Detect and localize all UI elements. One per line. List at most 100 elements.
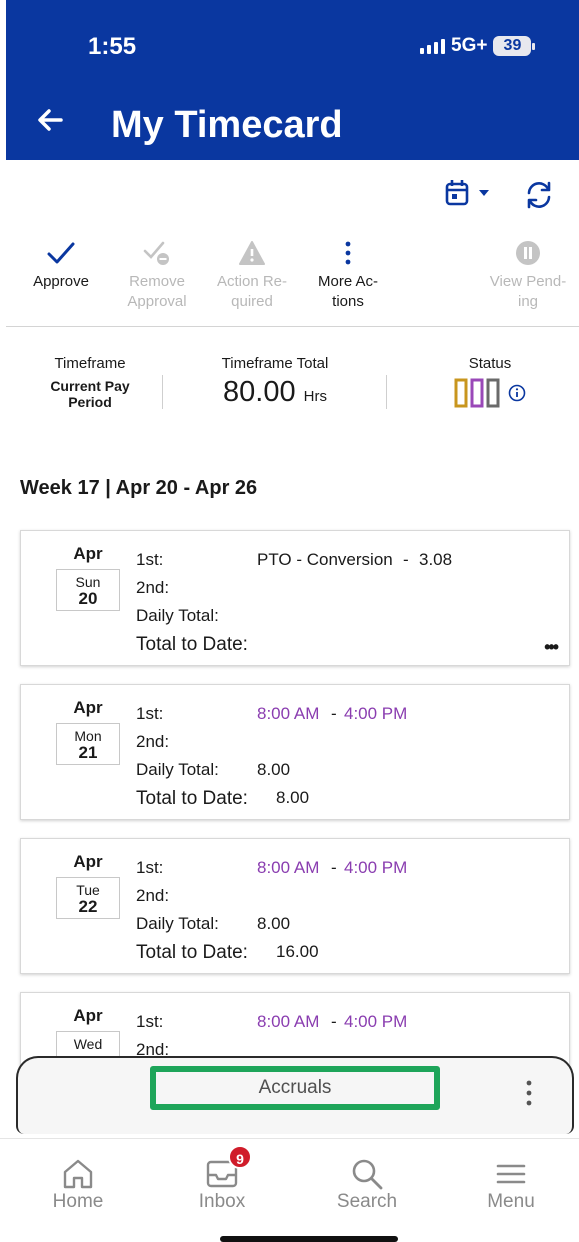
chevron-down-icon (479, 190, 489, 196)
inbox-icon: 9 (172, 1145, 272, 1191)
home-indicator (220, 1236, 398, 1242)
nav-menu[interactable]: Menu (461, 1157, 561, 1213)
timeframe-total-label: Timeframe Total (221, 355, 329, 372)
date-box: Tue 22 (56, 877, 120, 919)
date-box: Sun 20 (56, 569, 120, 611)
day-number: 21 (78, 743, 98, 762)
refresh-button[interactable] (522, 178, 556, 212)
inbox-badge: 9 (228, 1145, 252, 1169)
daily-total-value: 8.00 (257, 914, 291, 933)
daily-total-value: 8.00 (257, 760, 291, 779)
dash: - (331, 1012, 337, 1031)
second-shift-label: 2nd: (136, 886, 170, 905)
first-shift-start[interactable]: 8:00 AM (257, 704, 319, 724)
back-arrow-icon[interactable] (36, 104, 64, 143)
view-pending-label: View Pend- ing (489, 273, 567, 310)
total-to-date-label: Total to Date: (136, 634, 248, 655)
day-number: 20 (78, 589, 98, 608)
signal-icon (420, 38, 445, 54)
nav-menu-label: Menu (487, 1191, 535, 1212)
dash: - (403, 550, 409, 569)
status-section: Status (440, 355, 540, 408)
total-to-date-label: Total to Date: (136, 942, 248, 963)
timeframe-value: Current Pay Period (50, 378, 130, 410)
view-pending-button[interactable]: View Pend- ing (483, 234, 573, 312)
day-card[interactable]: Apr Sun 20 1st: PTO - Conversion - 3.08 … (20, 530, 570, 666)
accruals-tab[interactable]: Accruals (150, 1066, 440, 1110)
dash: - (331, 704, 337, 723)
first-shift-paycode: PTO - Conversion (257, 550, 393, 569)
timeframe-total: Timeframe Total 80.00 Hrs (200, 355, 350, 409)
day-card[interactable]: Apr Mon 21 1st: 8:00 AM - 4:00 PM 2nd: D… (20, 684, 570, 820)
home-icon (28, 1157, 128, 1191)
first-shift-amount: 3.08 (419, 550, 453, 569)
card-month: Apr (73, 1006, 103, 1025)
search-icon (317, 1157, 417, 1191)
network-type: 5G+ (451, 35, 488, 56)
status-indicators: 5G+ 39 (420, 35, 536, 57)
divider (162, 375, 163, 409)
nav-search-label: Search (336, 1191, 398, 1212)
card-month: Apr (73, 544, 103, 563)
divider (386, 375, 387, 409)
first-shift-label: 1st: (136, 704, 164, 723)
nav-inbox-label: Inbox (198, 1191, 246, 1212)
menu-icon (461, 1157, 561, 1191)
timeframe-label: Timeframe (54, 355, 126, 372)
timeframe-total-value: 80.00 Hrs (223, 376, 327, 408)
day-number: 22 (78, 897, 98, 916)
first-shift-end[interactable]: 4:00 PM (344, 858, 407, 878)
approve-button[interactable]: Approve (16, 234, 106, 292)
remove-approval-button[interactable]: Remove Approval (112, 234, 202, 312)
divider (6, 326, 579, 327)
total-to-date-value: 16.00 (276, 942, 319, 961)
more-actions-label: More Ac- tions (317, 273, 378, 310)
first-shift-end[interactable]: 4:00 PM (344, 1012, 407, 1032)
action-required-label: Action Re- quired (216, 273, 288, 310)
dash: - (331, 858, 337, 877)
more-vertical-icon[interactable] (520, 1078, 538, 1108)
first-shift-start[interactable]: 8:00 AM (257, 858, 319, 878)
day-of-week: Mon (74, 728, 102, 744)
nav-search[interactable]: Search (317, 1157, 417, 1213)
nav-inbox[interactable]: 9 Inbox (172, 1145, 272, 1213)
total-to-date-value: 8.00 (276, 788, 310, 807)
nav-home-label: Home (52, 1191, 104, 1212)
calendar-dropdown-button[interactable] (443, 178, 499, 210)
second-shift-label: 2nd: (136, 578, 170, 597)
first-shift-start[interactable]: 8:00 AM (257, 1012, 319, 1032)
approve-label: Approve (33, 273, 89, 290)
battery-icon: 39 (493, 36, 536, 56)
status-bars-icon (454, 378, 500, 408)
timeframe-selector[interactable]: Timeframe Current Pay Period (30, 355, 150, 410)
info-icon[interactable] (508, 384, 526, 402)
first-shift-end[interactable]: 4:00 PM (344, 704, 407, 724)
second-shift-label: 2nd: (136, 732, 170, 751)
pause-icon (483, 234, 573, 272)
total-unit: Hrs (303, 388, 327, 405)
more-vertical-icon (303, 234, 393, 272)
first-shift-label: 1st: (136, 1012, 164, 1031)
card-month: Apr (73, 698, 103, 717)
date-box: Mon 21 (56, 723, 120, 765)
app-header: 1:55 5G+ 39 My Timecard (6, 0, 579, 160)
timeframe-summary: Timeframe Current Pay Period Timeframe T… (0, 355, 579, 435)
daily-total-label: Daily Total: (136, 914, 219, 933)
action-required-button[interactable]: Action Re- quired (207, 234, 297, 312)
day-of-week: Wed (73, 1036, 103, 1052)
total-to-date-label: Total to Date: (136, 788, 248, 809)
more-horizontal-icon[interactable]: ••• (544, 637, 559, 658)
status-time: 1:55 (88, 33, 137, 60)
card-month: Apr (73, 852, 103, 871)
day-of-week: Sun (75, 574, 101, 590)
action-bar: Approve Remove Approval Action Re- quire… (0, 234, 579, 326)
bottom-nav: Home 9 Inbox Search Menu (0, 1138, 579, 1242)
week-title: Week 17 | Apr 20 - Apr 26 (20, 477, 258, 499)
more-actions-button[interactable]: More Ac- tions (303, 234, 393, 312)
nav-home[interactable]: Home (28, 1157, 128, 1213)
daily-total-label: Daily Total: (136, 606, 219, 625)
first-shift-label: 1st: (136, 550, 164, 569)
day-card[interactable]: Apr Tue 22 1st: 8:00 AM - 4:00 PM 2nd: D… (20, 838, 570, 974)
checkmark-icon (16, 234, 106, 272)
remove-approval-icon (112, 234, 202, 272)
